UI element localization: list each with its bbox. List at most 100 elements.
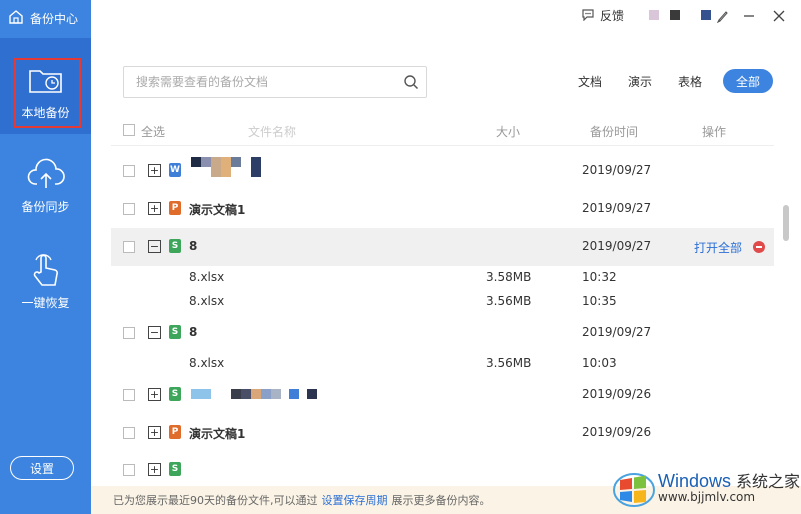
sidebar: 备份中心 本地备份 备份同步 一键恢复 设置 [0,0,91,514]
footer-text: 展示更多备份内容。 [391,494,491,507]
close-icon[interactable] [769,6,789,26]
minimize-icon[interactable] [739,6,759,26]
row-filename: 演示文稿1 [189,427,246,441]
sub-filename: 8.xlsx [189,356,225,370]
sub-time: 10:32 [582,270,617,284]
collapse-icon[interactable]: − [148,326,161,339]
avatar-blur [701,10,711,20]
excel-file-icon: S [169,325,181,339]
watermark: Windows 系统之家 www.bjjmlv.com [612,462,801,514]
table-row[interactable]: + P 演示文稿1 2019/09/26 [111,414,774,452]
settings-button[interactable]: 设置 [10,456,74,480]
table-row[interactable]: + P 演示文稿1 2019/09/27 [111,190,774,228]
column-header-size: 大小 [496,125,521,139]
row-date: 2019/09/27 [582,163,652,177]
row-date: 2019/09/27 [582,201,652,215]
row-checkbox[interactable] [123,327,135,339]
windows-logo-icon [612,468,655,508]
expand-icon[interactable]: + [148,202,161,215]
row-filename: 8 [189,325,198,339]
save-period-link[interactable]: 设置保存周期 [322,492,388,508]
highlight-box [14,58,81,128]
table-row[interactable]: + S 2019/09/26 [111,376,774,414]
row-checkbox[interactable] [123,427,135,439]
table-row[interactable]: + W 2019/09/27 [111,152,774,190]
select-all-checkbox[interactable] [123,124,135,136]
touch-hand-icon [26,252,66,288]
sub-file-row[interactable]: 8.xlsx 3.56MB 10:03 [111,352,774,376]
row-date: 2019/09/26 [582,425,652,439]
brand: 备份中心 [0,0,91,36]
column-header-action: 操作 [702,125,727,139]
ppt-file-icon: P [169,201,181,215]
collapse-icon[interactable]: − [148,240,161,253]
table-row[interactable]: − S 8 2019/09/27 打开全部 [111,228,774,266]
feedback-label: 反馈 [600,9,625,23]
cloud-upload-icon [26,156,66,192]
sub-file-row[interactable]: 8.xlsx 3.56MB 10:35 [111,290,774,314]
brand-title: 备份中心 [30,11,79,26]
ppt-file-icon: P [169,425,181,439]
row-date: 2019/09/27 [582,239,652,253]
watermark-title: Windows [658,470,732,491]
sub-time: 10:03 [582,356,617,370]
table-row[interactable]: − S 8 2019/09/27 [111,314,774,352]
column-header-time: 备份时间 [590,125,639,139]
sub-filesize: 3.58MB [486,270,532,284]
filter-tab-presentations[interactable]: 演示 [615,69,665,93]
sidebar-item-one-click-restore[interactable]: 一键恢复 [0,252,91,312]
row-filename: 8 [189,239,198,253]
column-header-name: 文件名称 [248,125,297,139]
sub-time: 10:35 [582,294,617,308]
sub-filesize: 3.56MB [486,294,532,308]
row-checkbox[interactable] [123,203,135,215]
row-date: 2019/09/26 [582,387,652,401]
word-file-icon: W [169,163,181,177]
backup-center-app: 备份中心 本地备份 备份同步 一键恢复 设置 反馈 搜索需要查看的备份文档 文档… [0,0,801,514]
open-all-link[interactable]: 打开全部 [694,239,742,256]
sidebar-item-label: 备份同步 [21,200,70,214]
excel-file-icon: S [169,462,181,476]
row-checkbox[interactable] [123,241,135,253]
excel-file-icon: S [169,387,181,401]
sub-filesize: 3.56MB [486,356,532,370]
redacted-filename [191,389,317,399]
expand-icon[interactable]: + [148,388,161,401]
sub-file-row[interactable]: 8.xlsx 3.58MB 10:32 [111,266,774,290]
sidebar-item-backup-sync[interactable]: 备份同步 [0,156,91,216]
expand-icon[interactable]: + [148,426,161,439]
chat-bubble-icon [581,8,595,24]
search-box [123,66,427,98]
redacted-filename [191,157,261,177]
avatar-blur [670,10,680,20]
filter-tabs: 文档 演示 表格 全部 [565,69,773,93]
row-checkbox[interactable] [123,389,135,401]
sidebar-item-label: 一键恢复 [21,296,70,310]
avatar-blur [649,10,659,20]
sub-filename: 8.xlsx [189,294,225,308]
feedback-link[interactable]: 反馈 [581,7,624,24]
watermark-title-cn: 系统之家 [736,473,801,491]
search-input[interactable] [124,67,396,97]
expand-icon[interactable]: + [148,463,161,476]
filter-tab-spreadsheets[interactable]: 表格 [665,69,715,93]
expand-icon[interactable]: + [148,164,161,177]
row-checkbox[interactable] [123,165,135,177]
table-header: 全选 文件名称 大小 备份时间 操作 [111,116,774,146]
sub-filename: 8.xlsx [189,270,225,284]
row-checkbox[interactable] [123,464,135,476]
filter-tab-all[interactable]: 全部 [722,69,773,93]
watermark-url: www.bjjmlv.com [658,490,756,505]
filter-tab-documents[interactable]: 文档 [565,69,615,93]
titlebar: 反馈 [91,0,801,32]
search-icon[interactable] [396,67,426,97]
skin-icon[interactable] [713,6,733,26]
footer-text: 已为您展示最近90天的备份文件,可以通过 [113,494,318,507]
delete-icon[interactable] [753,241,765,253]
scrollbar-thumb[interactable] [783,205,789,241]
select-all-label: 全选 [141,125,166,139]
row-date: 2019/09/27 [582,325,652,339]
excel-file-icon: S [169,239,181,253]
backup-center-logo-icon [8,9,24,28]
row-filename: 演示文稿1 [189,203,246,217]
